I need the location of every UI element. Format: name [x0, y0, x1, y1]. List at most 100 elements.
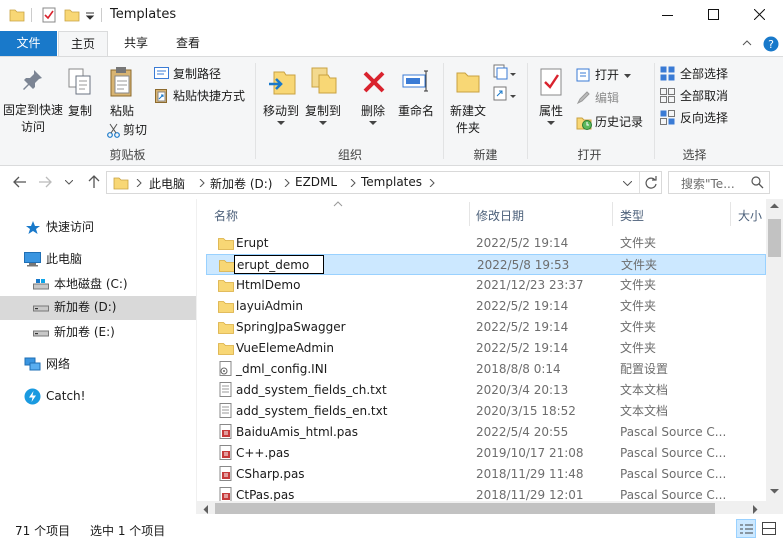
pin-label: 固定到快速访问 — [2, 103, 63, 134]
list-item[interactable]: VueElemeAdmin 2022/5/2 19:14 文件夹 — [206, 338, 766, 359]
tab-file[interactable]: 文件 — [0, 31, 57, 56]
copy-path-button[interactable]: 复制路径 — [154, 64, 234, 84]
chevron-right-icon — [429, 179, 435, 187]
vertical-scroll-thumb[interactable] — [768, 219, 781, 257]
list-item[interactable]: add_system_fields_en.txt 2020/3/15 18:52… — [206, 401, 766, 422]
breadcrumb-drive-d[interactable]: 新加卷 (D:) — [210, 175, 272, 192]
edit-button[interactable]: 编辑 — [575, 88, 635, 108]
help-icon[interactable]: ? — [763, 36, 779, 52]
search-icon — [751, 176, 764, 189]
cut-button[interactable]: 剪切 — [106, 120, 156, 140]
copy-path-icon — [154, 67, 169, 79]
nav-drive-d-label: 新加卷 (D:) — [54, 300, 117, 314]
cut-label: 剪切 — [123, 123, 148, 137]
file-type: Pascal Source C... — [620, 488, 727, 501]
address-box[interactable]: 此电脑 新加卷 (D:) EZDML Templates — [106, 171, 662, 194]
nav-catch[interactable]: Catch! — [0, 385, 196, 408]
network-icon — [24, 357, 41, 371]
scroll-left-icon[interactable] — [203, 505, 209, 514]
copy-path-label: 复制路径 — [173, 67, 222, 81]
paste-shortcut-button[interactable]: 粘贴快捷方式 — [154, 86, 254, 106]
nav-this-pc[interactable]: 此电脑 — [0, 248, 196, 271]
list-item[interactable]: _dml_config.INI 2018/8/8 0:14 配置设置 — [206, 359, 766, 380]
selected-count: 选中 1 个项目 — [90, 524, 166, 538]
computer-icon — [24, 252, 41, 267]
list-item[interactable]: BaiduAmis_html.pas 2022/5/4 20:55 Pascal… — [206, 422, 766, 443]
list-item[interactable]: SpringJpaSwagger 2022/5/2 19:14 文件夹 — [206, 317, 766, 338]
rename-button[interactable]: 重命名 — [394, 60, 438, 140]
copy-label: 复制 — [67, 104, 92, 118]
search-box[interactable]: 搜索"Te... — [668, 171, 770, 194]
folder-icon — [218, 301, 234, 313]
up-arrow-icon[interactable] — [88, 175, 100, 189]
properties-icon[interactable] — [41, 7, 57, 23]
list-item[interactable]: layuiAdmin 2022/5/2 19:14 文件夹 — [206, 296, 766, 317]
file-name: add_system_fields_en.txt — [236, 404, 388, 418]
open-button[interactable]: 打开 — [575, 65, 635, 85]
breadcrumb-templates[interactable]: Templates — [361, 175, 422, 189]
list-item-selected[interactable]: erupt_demo 2022/5/8 19:53 文件夹 — [206, 254, 766, 275]
ribbon: 固定到快速访问 复制 粘贴 复制路径 粘贴快捷方式 剪切 剪贴板 移动到 复制到… — [0, 56, 783, 166]
list-item[interactable]: HtmlDemo 2021/12/23 23:37 文件夹 — [206, 275, 766, 296]
refresh-icon[interactable] — [644, 176, 658, 190]
vertical-scrollbar[interactable] — [766, 199, 783, 501]
list-item[interactable]: CSharp.pas 2018/11/29 11:48 Pascal Sourc… — [206, 464, 766, 485]
nav-drive-d[interactable]: 新加卷 (D:) — [0, 296, 196, 320]
pin-quick-access-button[interactable]: 固定到快速访问 — [2, 60, 63, 140]
nav-quick-access[interactable]: 快速访问 — [0, 216, 196, 239]
file-date: 2018/8/8 0:14 — [476, 362, 561, 376]
minimize-button[interactable] — [644, 0, 690, 31]
easy-access-button[interactable] — [493, 86, 519, 104]
copy-to-button[interactable]: 复制到 — [302, 60, 344, 140]
large-icons-view-button[interactable] — [759, 519, 779, 538]
history-button[interactable]: 历史记录 — [575, 112, 651, 132]
properties-button[interactable]: 属性 — [532, 60, 570, 140]
delete-button[interactable]: 删除 — [354, 60, 392, 140]
folder-icon — [9, 9, 25, 22]
details-view-button[interactable] — [736, 519, 756, 538]
copy-button[interactable]: 复制 — [63, 60, 97, 140]
breadcrumb-this-pc[interactable]: 此电脑 — [149, 175, 185, 192]
list-item[interactable]: CtPas.pas 2018/11/29 12:01 Pascal Source… — [206, 485, 766, 501]
history-label: 历史记录 — [595, 115, 644, 129]
nav-local-disk-c[interactable]: 本地磁盘 (C:) — [0, 273, 196, 296]
new-item-button[interactable] — [493, 64, 519, 82]
scroll-right-icon[interactable] — [752, 505, 758, 514]
select-none-button[interactable]: 全部取消 — [660, 86, 740, 106]
scroll-up-icon[interactable] — [770, 203, 779, 209]
nav-local-disk-label: 本地磁盘 (C:) — [54, 277, 128, 291]
nav-network[interactable]: 网络 — [0, 353, 196, 376]
navigation-bar: 此电脑 新加卷 (D:) EZDML Templates 搜索"Te... — [0, 166, 783, 199]
file-type: 文件夹 — [621, 258, 658, 272]
nav-drive-e[interactable]: 新加卷 (E:) — [0, 321, 196, 344]
tab-home[interactable]: 主页 — [58, 31, 108, 57]
file-name: SpringJpaSwagger — [236, 320, 346, 334]
properties-icon — [540, 68, 562, 96]
new-folder-button[interactable]: 新建文件夹 — [447, 60, 489, 140]
list-item[interactable]: add_system_fields_ch.txt 2020/3/4 20:13 … — [206, 380, 766, 401]
list-item[interactable]: C++.pas 2019/10/17 21:08 Pascal Source C… — [206, 443, 766, 464]
tab-view[interactable]: 查看 — [163, 31, 213, 56]
forward-arrow-icon[interactable] — [38, 176, 52, 188]
chevron-right-icon — [284, 179, 290, 187]
select-all-button[interactable]: 全部选择 — [660, 64, 740, 84]
text-file-icon — [219, 403, 232, 418]
address-dropdown-icon[interactable] — [623, 181, 632, 186]
collapse-ribbon-icon[interactable] — [742, 39, 752, 47]
move-to-button[interactable]: 移动到 — [260, 60, 302, 140]
invert-selection-button[interactable]: 反向选择 — [660, 108, 740, 128]
recent-locations-icon[interactable] — [65, 180, 73, 185]
maximize-button[interactable] — [690, 0, 736, 31]
breadcrumb-ezdml[interactable]: EZDML — [295, 175, 337, 189]
status-bar: 71 个项目 选中 1 个项目 — [0, 514, 783, 542]
back-arrow-icon[interactable] — [13, 176, 27, 188]
new-folder-icon[interactable] — [64, 7, 80, 23]
tab-share[interactable]: 共享 — [111, 31, 161, 56]
ribbon-separator — [255, 63, 256, 159]
close-button[interactable] — [736, 0, 783, 31]
scroll-down-icon[interactable] — [770, 488, 779, 494]
ribbon-separator — [527, 63, 528, 159]
file-name: _dml_config.INI — [236, 362, 328, 376]
list-item[interactable]: Erupt 2022/5/2 19:14 文件夹 — [206, 233, 766, 254]
customize-toolbar-icon[interactable] — [86, 12, 95, 20]
